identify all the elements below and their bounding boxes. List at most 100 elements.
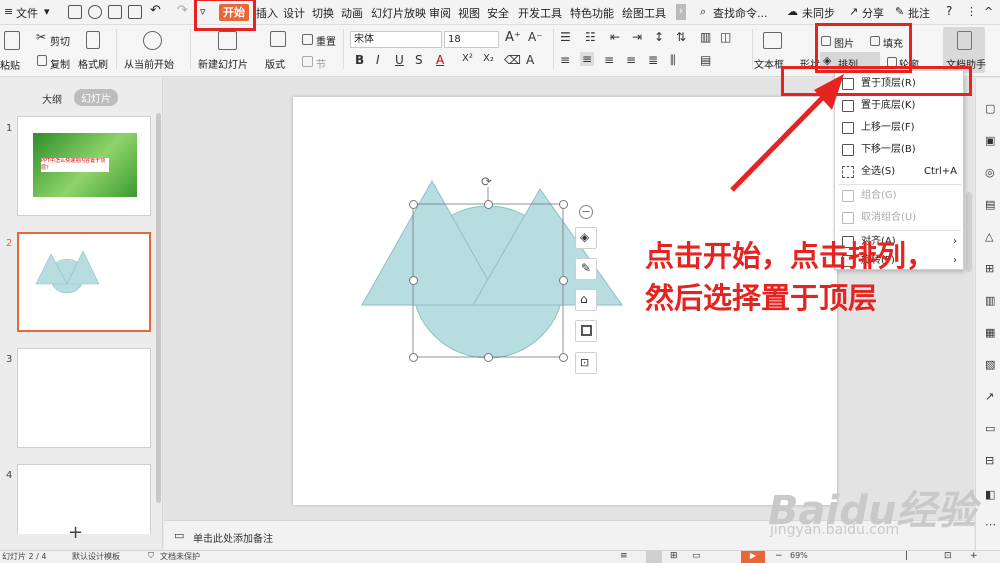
sidebar-tool-icon[interactable]: ▣	[985, 134, 995, 147]
font-size-select[interactable]: 18	[444, 31, 499, 48]
align-center-icon[interactable]: ≡	[580, 52, 595, 66]
paste-button[interactable]: 粘贴	[0, 57, 20, 72]
resize-handle[interactable]	[559, 276, 568, 285]
format-painter-button[interactable]: 格式刷	[78, 56, 108, 71]
decrease-font-icon[interactable]: A⁻	[528, 30, 543, 44]
indent-decrease-icon[interactable]: ⇤	[610, 30, 620, 44]
crop-tool-icon[interactable]: ⊡	[575, 352, 597, 374]
notes-toggle-icon[interactable]: ≡	[620, 551, 628, 561]
normal-view-icon[interactable]	[646, 551, 662, 563]
border-style-icon[interactable]	[575, 320, 597, 342]
tab-review[interactable]: 审阅	[429, 5, 451, 21]
columns-icon[interactable]: ▥	[700, 30, 711, 44]
tab-design[interactable]: 设计	[283, 5, 305, 21]
sidebar-tool-icon[interactable]: ▤	[985, 198, 995, 211]
panel-scrollbar[interactable]	[156, 113, 161, 503]
line-spacing-icon[interactable]: ↕	[654, 30, 664, 44]
superscript-icon[interactable]: X²	[462, 53, 473, 64]
bold-icon[interactable]: B	[355, 53, 364, 67]
sidebar-tool-icon[interactable]: ◎	[985, 166, 995, 179]
sidebar-tool-icon[interactable]: ▥	[985, 294, 995, 307]
file-icon[interactable]: ≡	[4, 5, 13, 18]
sidebar-tool-icon[interactable]: △	[985, 230, 993, 243]
sorter-view-icon[interactable]: ⊞	[670, 551, 678, 561]
tab-developer[interactable]: 开发工具	[518, 5, 562, 21]
numbered-list-icon[interactable]: ☷	[585, 30, 596, 44]
sidebar-tool-icon[interactable]: ▭	[985, 422, 995, 435]
from-current-button[interactable]: 从当前开始	[124, 56, 174, 71]
layout-icon[interactable]	[270, 31, 286, 47]
sidebar-tool-icon[interactable]: ▢	[985, 102, 995, 115]
clear-format-icon[interactable]: ⌫	[504, 53, 521, 67]
section-button[interactable]: 节	[316, 56, 326, 71]
new-slide-icon[interactable]	[218, 31, 237, 50]
play-slideshow-icon[interactable]: ▶	[741, 551, 765, 563]
new-slide-button[interactable]: 新建幻灯片	[198, 56, 248, 71]
char-spacing-icon[interactable]: A	[526, 53, 534, 67]
indent-increase-icon[interactable]: ⇥	[632, 30, 642, 44]
font-color-icon[interactable]: A	[436, 53, 444, 67]
tab-transition[interactable]: 切换	[312, 5, 334, 21]
fit-window-icon[interactable]: ⊡	[944, 551, 952, 561]
cut-button[interactable]: 剪切	[50, 33, 70, 48]
zoom-slider-icon[interactable]: |	[905, 551, 908, 561]
sidebar-tool-icon[interactable]: ⋯	[985, 518, 996, 531]
copy-button[interactable]: 复制	[50, 56, 70, 71]
canvas-scrollbar[interactable]	[966, 192, 972, 272]
underline-icon[interactable]: U	[395, 53, 404, 67]
chevron-down-icon[interactable]: ▾	[44, 5, 50, 18]
justify-icon[interactable]: ≡	[626, 53, 636, 67]
search-command[interactable]: 查找命令...	[713, 5, 768, 21]
align-left-icon[interactable]: ≡	[560, 53, 570, 67]
vertical-align-icon[interactable]: ⫼	[670, 53, 676, 68]
ungroup-item[interactable]: 取消组合(U)	[835, 207, 965, 229]
font-family-select[interactable]: 宋体	[350, 31, 442, 48]
save-icon[interactable]	[68, 5, 82, 19]
tab-insert[interactable]: 插入	[256, 5, 278, 21]
distribute-icon[interactable]: ≣	[648, 53, 658, 67]
add-slide-icon[interactable]: +	[68, 522, 83, 543]
tab-animation[interactable]: 动画	[341, 5, 363, 21]
play-icon[interactable]	[143, 31, 162, 50]
italic-icon[interactable]: I	[376, 53, 380, 67]
zoom-out-icon[interactable]: −	[775, 551, 783, 561]
doc-helper-icon[interactable]	[957, 31, 972, 50]
resize-handle[interactable]	[409, 276, 418, 285]
style-brush-icon[interactable]: ✎	[575, 258, 597, 280]
reset-button[interactable]: 重置	[316, 33, 336, 48]
print-icon[interactable]	[108, 5, 122, 19]
layout-button[interactable]: 版式	[265, 56, 285, 71]
template-name[interactable]: 默认设计模板	[72, 551, 120, 562]
rotate-handle-icon[interactable]: ⟳	[481, 175, 492, 190]
format-painter-icon[interactable]	[86, 31, 100, 49]
more-icon[interactable]: ⋮	[966, 5, 977, 18]
notes-placeholder[interactable]: 单击此处添加备注	[193, 530, 273, 545]
collapse-tools-icon[interactable]: −	[579, 205, 593, 219]
text-box-align-icon[interactable]: ▤	[700, 53, 711, 67]
print-preview-icon[interactable]	[88, 5, 102, 19]
bullet-list-icon[interactable]: ☰	[560, 30, 571, 44]
paste-icon[interactable]	[4, 31, 20, 50]
outline-tab[interactable]: 大纲	[42, 91, 62, 106]
share-button[interactable]: 分享	[862, 5, 884, 21]
convert-icon[interactable]: ◫	[720, 30, 731, 44]
reading-view-icon[interactable]: ▭	[692, 551, 701, 561]
zoom-level[interactable]: 69%	[790, 551, 808, 560]
tab-special-features[interactable]: 特色功能	[570, 5, 614, 21]
fill-bucket-icon[interactable]: ⌂	[575, 289, 597, 311]
slide-thumbnail-1[interactable]: PPT中怎么快速把内容置于顶层？	[17, 116, 151, 216]
zoom-in-icon[interactable]: +	[970, 551, 978, 561]
align-right-icon[interactable]: ≡	[604, 53, 614, 67]
slide-thumbnail-4[interactable]	[17, 464, 151, 534]
tab-view[interactable]: 视图	[458, 5, 480, 21]
resize-handle[interactable]	[484, 200, 493, 209]
sidebar-tool-icon[interactable]: ⊞	[985, 262, 994, 275]
sidebar-tool-icon[interactable]: ▧	[985, 358, 995, 371]
tab-security[interactable]: 安全	[487, 5, 509, 21]
protect-status[interactable]: 文档未保护	[160, 551, 200, 562]
comment-button[interactable]: 批注	[908, 5, 930, 21]
sidebar-tool-icon[interactable]: ⊟	[985, 454, 994, 467]
redo-icon[interactable]: ↷	[177, 3, 188, 18]
sidebar-tool-icon[interactable]: ↗	[985, 390, 994, 403]
resize-handle[interactable]	[559, 200, 568, 209]
